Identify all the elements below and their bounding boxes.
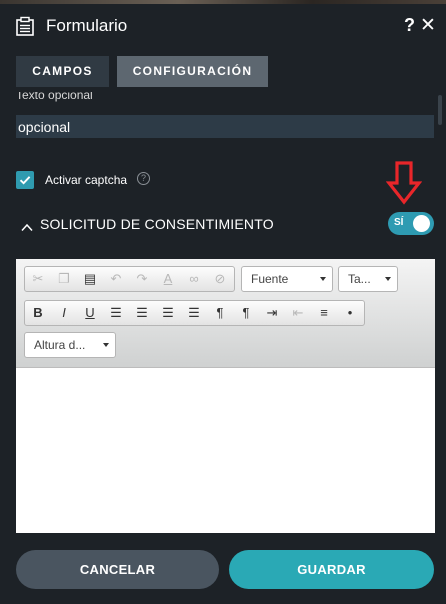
align-center-icon[interactable]: ☰ [155,301,181,325]
undo-icon[interactable]: ↶ [103,267,129,291]
consent-section-title: SOLICITUD DE CONSENTIMIENTO [40,216,274,232]
save-button[interactable]: GUARDAR [229,550,434,589]
size-select[interactable]: Ta... [338,266,398,292]
close-icon[interactable]: ✕ [420,14,436,37]
optional-text-input[interactable] [16,115,434,138]
italic-icon[interactable]: I [51,301,77,325]
info-icon[interactable]: ? [137,172,150,185]
text-color-icon[interactable]: A [155,267,181,291]
clipboard-group: ✂ ❐ ▤ ↶ ↷ A ∞ ⊘ [24,266,235,292]
align-right-icon[interactable]: ☰ [129,301,155,325]
link-icon[interactable]: ∞ [181,267,207,291]
chevron-up-icon[interactable] [21,219,33,237]
bullet-list-icon[interactable]: • [337,301,363,325]
dialog-footer: CANCELAR GUARDAR [0,533,446,604]
cut-icon[interactable]: ✂ [25,267,51,291]
numbered-list-icon[interactable]: ≡ [311,301,337,325]
rich-text-editor[interactable]: ✂ ❐ ▤ ↶ ↷ A ∞ ⊘ Fuente Ta... B I U ☰ ☰ ☰… [16,259,435,549]
line-height-select-label: Altura d... [34,338,86,352]
cancel-button[interactable]: CANCELAR [16,550,219,589]
scrollbar[interactable] [438,95,442,125]
size-select-label: Ta... [348,272,371,286]
dialog-title: Formulario [46,16,128,35]
dialog-header: Formulario ? ✕ [0,4,446,48]
red-down-arrow-icon [385,161,423,210]
justify-icon[interactable]: ☰ [181,301,207,325]
toggle-knob [413,215,430,232]
line-height-select[interactable]: Altura d... [24,332,116,358]
indent-icon[interactable]: ⇥ [259,301,285,325]
font-select-label: Fuente [251,272,289,286]
unlink-icon[interactable]: ⊘ [207,267,233,291]
optional-text-label: Texto opcional [16,92,93,106]
checkmark-icon [19,176,31,185]
chevron-down-icon [320,277,326,281]
copy-icon[interactable]: ❐ [51,267,77,291]
consent-toggle[interactable]: SÍ [388,212,434,235]
outdent-icon[interactable]: ⇤ [285,301,311,325]
tab-campos[interactable]: CAMPOS [16,56,109,87]
toggle-label: SÍ [394,217,404,228]
captcha-checkbox[interactable] [16,171,34,189]
help-icon[interactable]: ? [404,15,415,36]
rtl-icon[interactable]: ¶ [233,301,259,325]
paste-icon[interactable]: ▤ [77,267,103,291]
chevron-down-icon [103,343,109,347]
align-left-icon[interactable]: ☰ [103,301,129,325]
tab-configuracion[interactable]: CONFIGURACIÓN [117,56,268,87]
editor-toolbar: ✂ ❐ ▤ ↶ ↷ A ∞ ⊘ Fuente Ta... B I U ☰ ☰ ☰… [16,259,435,368]
font-select[interactable]: Fuente [241,266,333,292]
bold-icon[interactable]: B [25,301,51,325]
captcha-label: Activar captcha [45,173,128,187]
chevron-down-icon [385,277,391,281]
optional-text-label-text: Texto opcional [16,92,93,102]
form-clipboard-icon [15,16,35,36]
ltr-icon[interactable]: ¶ [207,301,233,325]
redo-icon[interactable]: ↷ [129,267,155,291]
format-group: B I U ☰ ☰ ☰ ☰ ¶ ¶ ⇥ ⇤ ≡ • [24,300,365,326]
underline-icon[interactable]: U [77,301,103,325]
